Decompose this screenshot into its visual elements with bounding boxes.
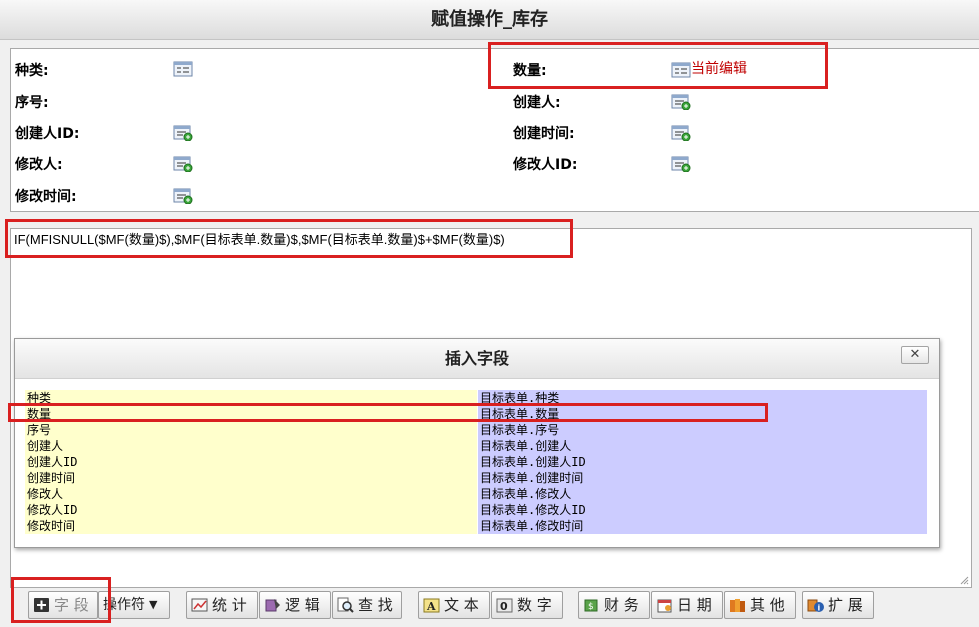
table-field-icon[interactable] xyxy=(671,62,691,78)
list-item[interactable]: 目标表单.数量 xyxy=(478,406,927,422)
find-button[interactable]: 查 找 xyxy=(332,591,402,619)
field-label-quantity: 数量: xyxy=(513,63,547,79)
field-button[interactable]: 字 段 xyxy=(28,591,98,619)
list-item[interactable]: 修改时间 xyxy=(25,518,477,534)
list-item[interactable]: 修改人ID xyxy=(25,502,477,518)
list-item[interactable]: 目标表单.创建时间 xyxy=(478,470,927,486)
text-button[interactable]: A 文 本 xyxy=(418,591,490,619)
current-edit-annotation: 当前编辑 xyxy=(691,61,747,77)
field-label-serial: 序号: xyxy=(15,95,49,111)
table-field-icon[interactable] xyxy=(173,61,193,77)
finance-button[interactable]: $ 财 务 xyxy=(578,591,650,619)
operator-dropdown[interactable]: 操作符 ▼ xyxy=(98,591,170,619)
logic-icon xyxy=(264,597,282,613)
dialog-title: 插入字段 xyxy=(15,339,939,379)
list-item[interactable]: 目标表单.创建人ID xyxy=(478,454,927,470)
target-field-list: 目标表单.种类 目标表单.数量 目标表单.序号 目标表单.创建人 目标表单.创建… xyxy=(478,390,927,534)
other-button[interactable]: 其 他 xyxy=(724,591,796,619)
list-item[interactable]: 创建人 xyxy=(25,438,477,454)
formula-text[interactable]: IF(MFISNULL($MF(数量)$),$MF(目标表单.数量)$,$MF(… xyxy=(14,231,505,249)
stats-button[interactable]: 统 计 xyxy=(186,591,258,619)
insert-field-dialog: 插入字段 ✕ 种类 数量 序号 创建人 创建人ID 创建时间 修改人 修改人ID… xyxy=(14,338,940,548)
calendar-icon xyxy=(656,597,674,613)
list-item[interactable]: 创建时间 xyxy=(25,470,477,486)
field-panel: 种类: 序号: 创建人ID: 修改人: 修改时间: 数量: 当前编辑 创建人: … xyxy=(10,48,979,212)
list-item[interactable]: 修改人 xyxy=(25,486,477,502)
window-title: 赋值操作_库存 xyxy=(0,0,979,40)
field-label-kind: 种类: xyxy=(15,63,49,79)
text-icon: A xyxy=(423,597,441,613)
field-label-creator-id: 创建人ID: xyxy=(15,126,80,142)
add-field-icon[interactable] xyxy=(671,156,691,172)
svg-text:i: i xyxy=(818,604,821,613)
finance-icon: $ xyxy=(583,597,601,613)
list-item[interactable]: 目标表单.种类 xyxy=(478,390,927,406)
function-toolbar: 字 段 操作符 ▼ 统 计 逻 辑 查 找 A 文 本 0 数 字 $ 财 务 … xyxy=(0,588,979,627)
list-item[interactable]: 目标表单.序号 xyxy=(478,422,927,438)
source-field-list: 种类 数量 序号 创建人 创建人ID 创建时间 修改人 修改人ID 修改时间 xyxy=(25,390,477,534)
number-icon: 0 xyxy=(496,597,514,613)
resize-grip-icon[interactable] xyxy=(959,575,969,585)
extend-button[interactable]: i 扩 展 xyxy=(802,591,874,619)
close-icon[interactable]: ✕ xyxy=(901,346,929,364)
date-button[interactable]: 日 期 xyxy=(651,591,723,619)
svg-text:0: 0 xyxy=(500,600,508,613)
add-field-icon[interactable] xyxy=(173,188,193,204)
list-item[interactable]: 目标表单.修改人 xyxy=(478,486,927,502)
chart-icon xyxy=(191,597,209,613)
list-item[interactable]: 目标表单.修改时间 xyxy=(478,518,927,534)
list-item[interactable]: 创建人ID xyxy=(25,454,477,470)
add-field-icon[interactable] xyxy=(671,125,691,141)
add-field-icon[interactable] xyxy=(671,94,691,110)
logic-button[interactable]: 逻 辑 xyxy=(259,591,331,619)
books-icon xyxy=(729,597,747,613)
list-item[interactable]: 数量 xyxy=(25,406,477,422)
plus-icon xyxy=(33,597,51,613)
add-field-icon[interactable] xyxy=(173,156,193,172)
field-label-modifier: 修改人: xyxy=(15,157,63,173)
svg-text:$: $ xyxy=(588,602,594,612)
list-item[interactable]: 序号 xyxy=(25,422,477,438)
list-item[interactable]: 目标表单.修改人ID xyxy=(478,502,927,518)
field-label-modifier-id: 修改人ID: xyxy=(513,157,578,173)
field-label-create-time: 创建时间: xyxy=(513,126,575,142)
field-label-modify-time: 修改时间: xyxy=(15,189,77,205)
search-icon xyxy=(337,597,355,613)
list-item[interactable]: 目标表单.创建人 xyxy=(478,438,927,454)
info-icon: i xyxy=(807,597,825,613)
number-button[interactable]: 0 数 字 xyxy=(491,591,563,619)
add-field-icon[interactable] xyxy=(173,125,193,141)
caret-down-icon: ▼ xyxy=(149,598,158,611)
field-label-creator: 创建人: xyxy=(513,95,561,111)
list-item[interactable]: 种类 xyxy=(25,390,477,406)
svg-text:A: A xyxy=(426,600,436,613)
